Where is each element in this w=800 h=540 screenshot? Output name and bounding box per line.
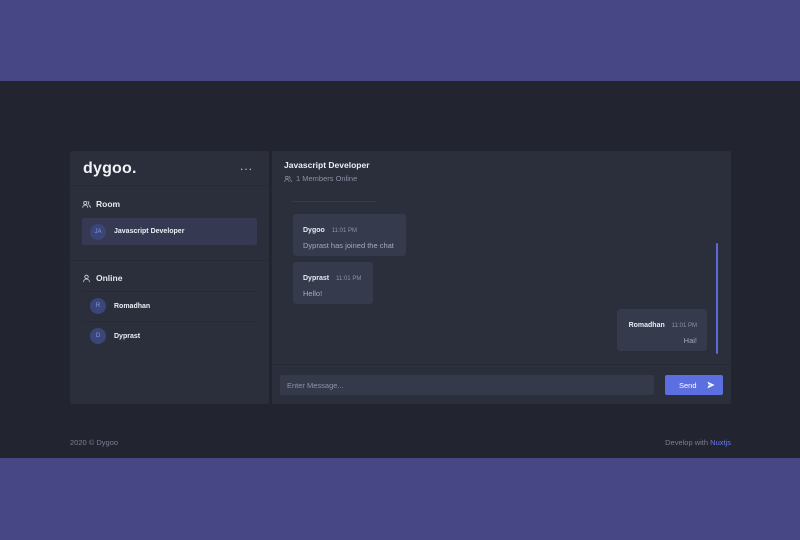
sidebar-divider bbox=[70, 260, 269, 261]
messages-scrollbar[interactable] bbox=[716, 243, 718, 354]
user-icon bbox=[83, 274, 90, 282]
users-icon bbox=[284, 175, 292, 182]
footer-copyright: 2020 © Dygoo bbox=[70, 438, 119, 447]
message-sender: Dyprast bbox=[303, 275, 330, 282]
more-options-icon[interactable]: ... bbox=[240, 159, 253, 173]
members-online-text: 1 Members Online bbox=[296, 174, 358, 183]
user-name: Dyprast bbox=[114, 332, 141, 340]
chat-header-divider bbox=[272, 191, 731, 192]
online-user-dyprast[interactable]: D Dyprast bbox=[82, 323, 257, 349]
message-dyprast: Dyprast 11:01 PM Hello! bbox=[293, 262, 373, 304]
users-icon bbox=[82, 200, 91, 208]
room-avatar: JA bbox=[90, 223, 106, 240]
user-name: Romadhan bbox=[114, 302, 151, 310]
room-name: Javascript Developer bbox=[114, 228, 185, 235]
online-divider bbox=[82, 321, 257, 322]
app-container: dygoo. ... Room JA Javascript Developer … bbox=[0, 81, 800, 458]
message-sender: Romadhan bbox=[628, 322, 665, 329]
send-button-label: Send bbox=[679, 381, 697, 390]
footer-credit: Develop with Nuxtjs bbox=[665, 438, 731, 447]
message-sender: Dygoo bbox=[303, 227, 325, 234]
sidebar-panel: dygoo. ... Room JA Javascript Developer … bbox=[70, 151, 269, 404]
message-text: Hai! bbox=[683, 336, 697, 345]
user-avatar: R bbox=[90, 298, 106, 314]
nuxtjs-link[interactable]: Nuxtjs bbox=[710, 438, 731, 447]
online-user-romadhan[interactable]: R Romadhan bbox=[82, 293, 257, 319]
message-romadhan: Romadhan 11:01 PM Hai! bbox=[617, 309, 707, 351]
message-input[interactable] bbox=[280, 375, 654, 395]
online-section-label: Online bbox=[96, 273, 123, 283]
send-button[interactable]: Send bbox=[665, 375, 723, 395]
chat-panel: Javascript Developer 1 Members Online Dy… bbox=[272, 151, 731, 404]
message-text: Hello! bbox=[303, 289, 323, 298]
room-section-label: Room bbox=[96, 199, 121, 209]
message-dygoo: Dygoo 11:01 PM Dyprast has joined the cha… bbox=[293, 214, 406, 256]
message-time: 11:01 PM bbox=[336, 276, 362, 282]
room-item-javascript-developer[interactable]: JA Javascript Developer bbox=[82, 218, 257, 245]
room-section-title: Room bbox=[82, 199, 120, 209]
chat-title: Javascript Developer bbox=[284, 160, 370, 170]
sidebar-divider bbox=[70, 185, 269, 186]
members-online: 1 Members Online bbox=[284, 174, 357, 183]
message-time: 11:01 PM bbox=[331, 228, 358, 234]
chat-input-divider bbox=[272, 364, 731, 365]
online-section-title: Online bbox=[82, 273, 122, 283]
user-avatar: D bbox=[90, 328, 106, 344]
online-divider bbox=[82, 291, 257, 292]
scroll-fade-line bbox=[292, 201, 376, 202]
brand-logo: dygoo. bbox=[83, 160, 137, 177]
send-icon bbox=[707, 381, 715, 389]
message-text: Dyprast has joined the chat bbox=[303, 241, 394, 250]
message-time: 11:01 PM bbox=[671, 323, 697, 329]
footer-develop-prefix: Develop with bbox=[665, 438, 709, 447]
